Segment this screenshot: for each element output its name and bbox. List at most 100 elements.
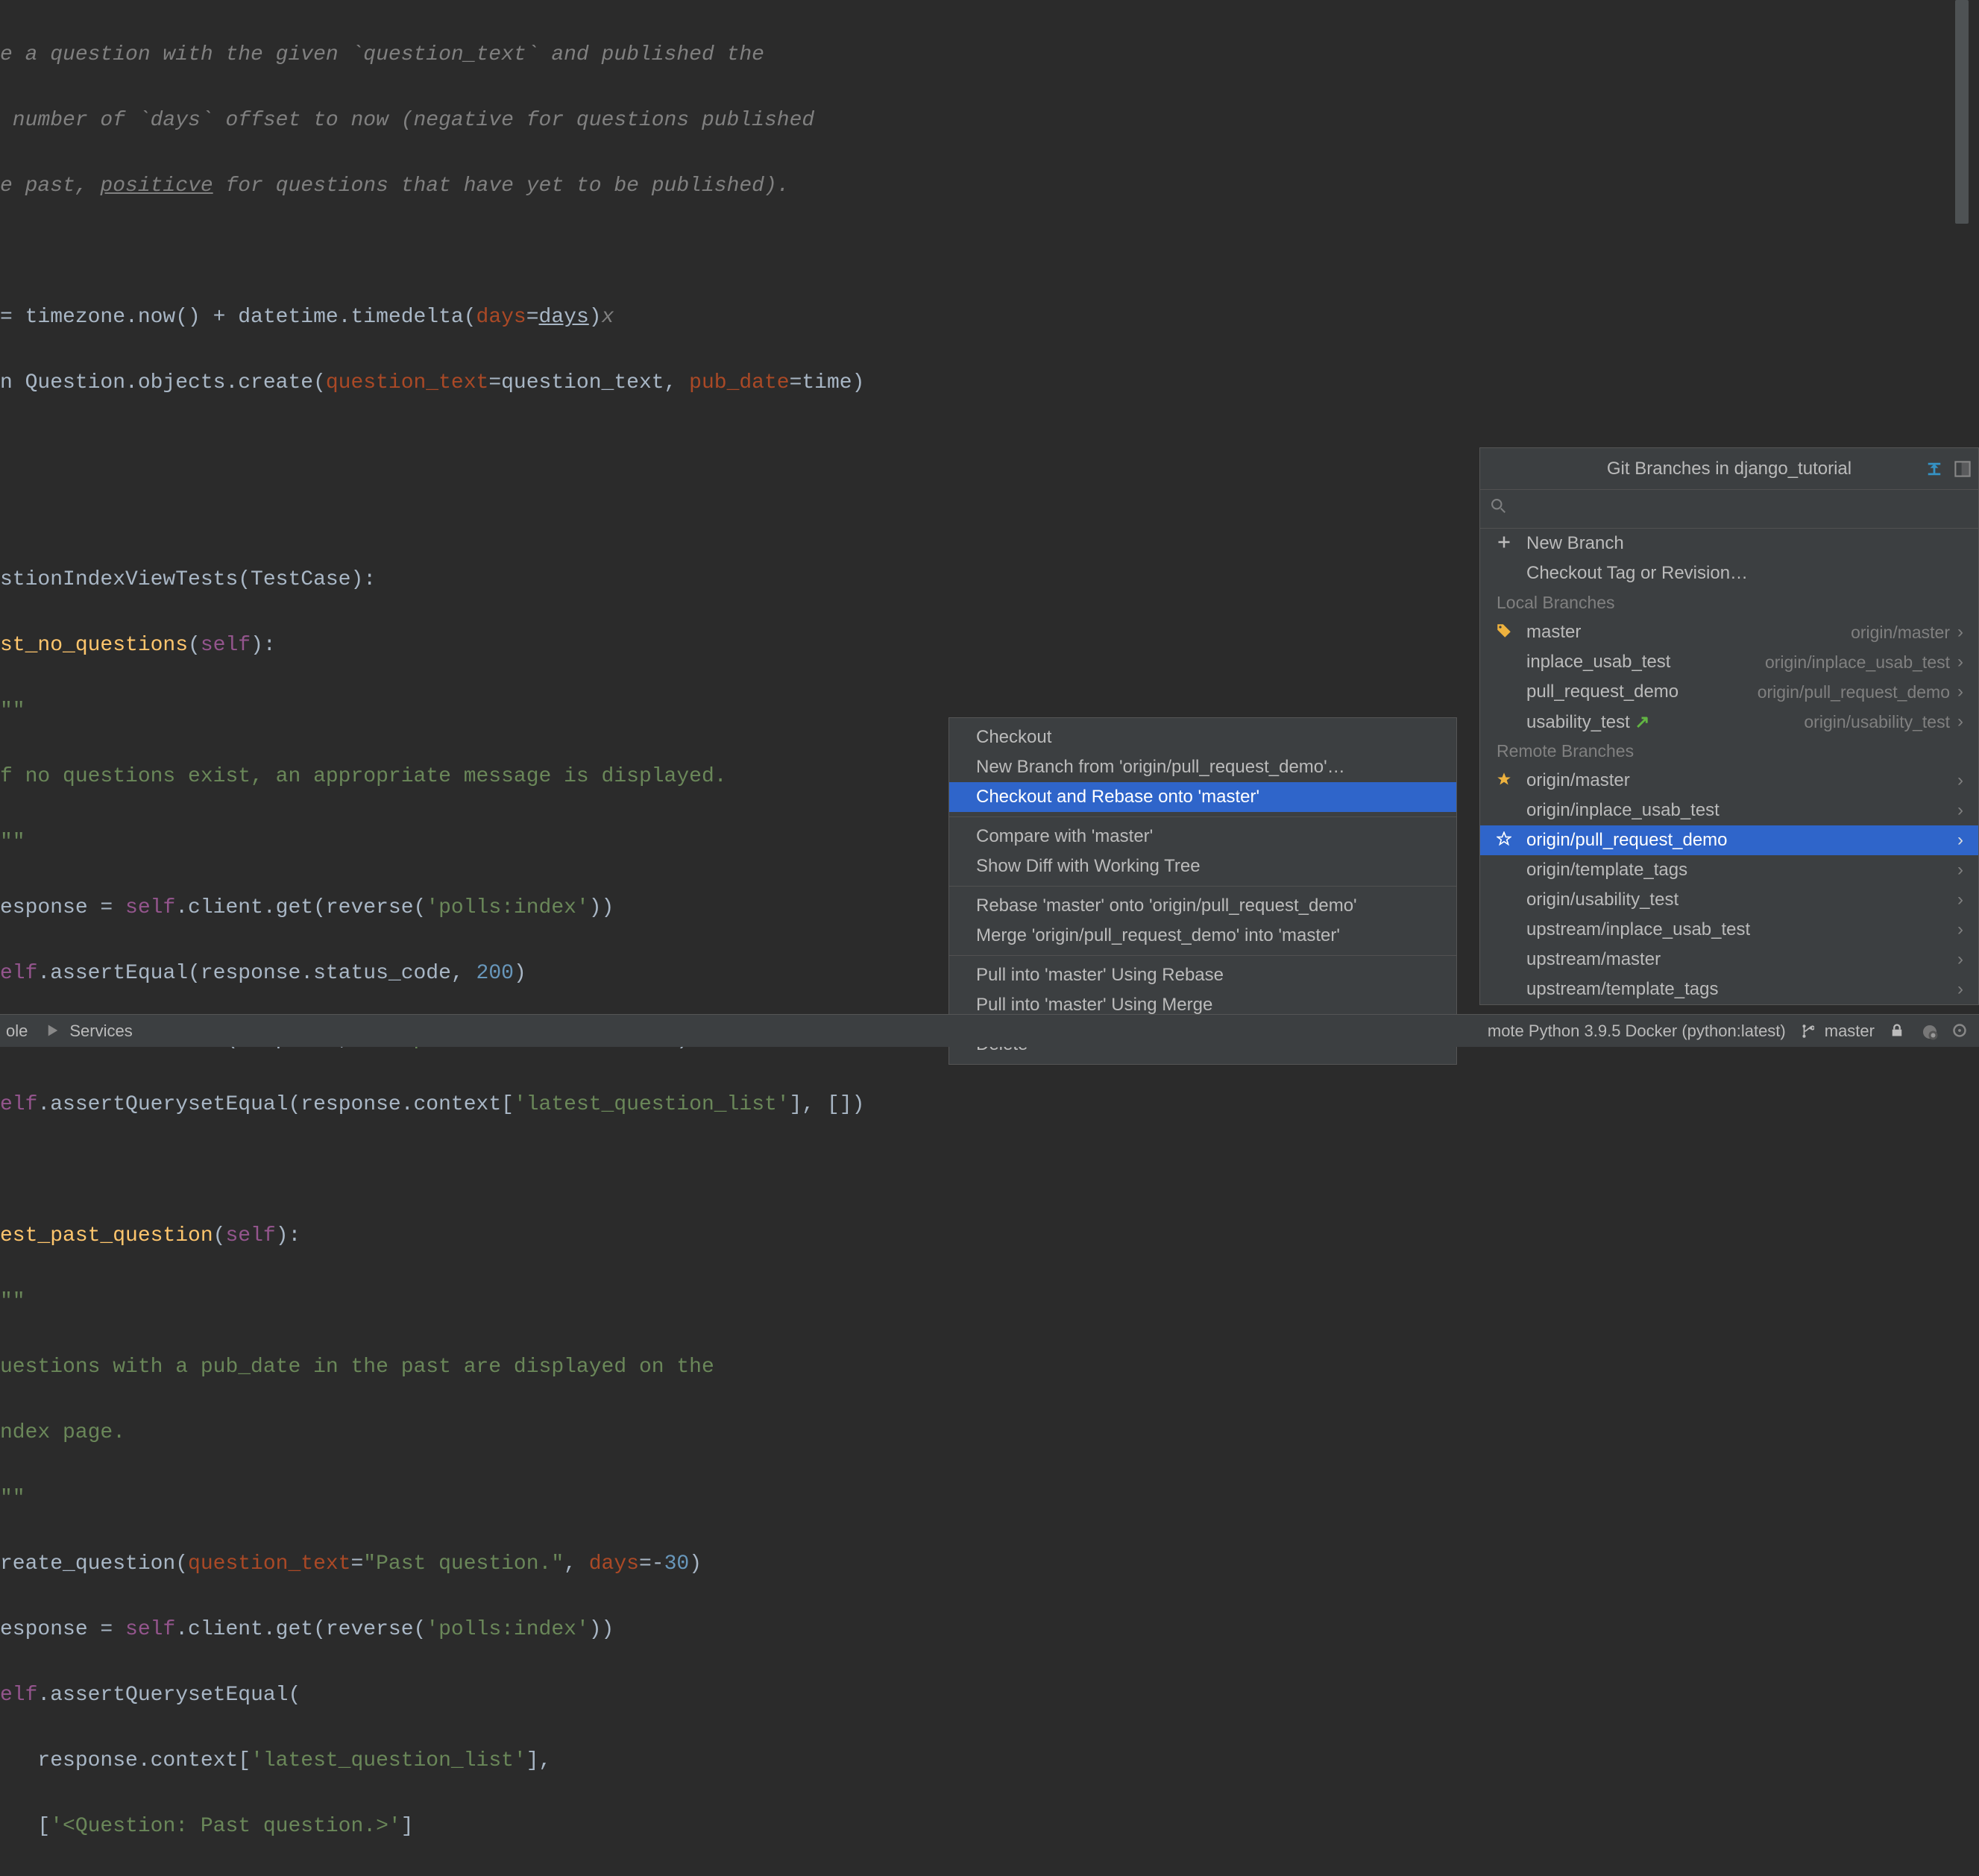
branch-name-label: upstream/inplace_usab_test — [1526, 919, 1957, 940]
status-bar: ole Services mote Python 3.9.5 Docker (p… — [0, 1014, 1979, 1047]
code-text: "" — [0, 1290, 25, 1313]
code-text: response.context[ — [0, 1749, 251, 1772]
branch-name-label: New Branch — [1526, 533, 1963, 554]
branch-name-label: inplace_usab_test — [1526, 652, 1765, 673]
code-text: elf — [0, 1093, 37, 1116]
code-text: pub_date — [689, 371, 789, 394]
context-menu-item[interactable]: Checkout — [949, 723, 1456, 752]
code-text: self — [125, 896, 175, 919]
services-label: Services — [69, 1022, 132, 1041]
remote-branch-item[interactable]: origin/template_tags› — [1480, 855, 1978, 885]
chevron-right-icon: › — [1957, 949, 1963, 970]
settings-icon[interactable] — [1953, 459, 1972, 479]
tracking-remote-label: origin/usability_test — [1804, 712, 1950, 732]
blank-icon — [1497, 652, 1516, 672]
menu-separator — [949, 886, 1456, 887]
tool-window-services[interactable]: Services — [45, 1022, 132, 1041]
remote-branch-item[interactable]: upstream/inplace_usab_test› — [1480, 915, 1978, 945]
branch-label: master — [1825, 1022, 1875, 1041]
interpreter-indicator[interactable]: mote Python 3.9.5 Docker (python:latest) — [1488, 1022, 1786, 1041]
blank-icon — [1497, 860, 1516, 880]
fetch-icon[interactable] — [1925, 459, 1944, 479]
code-text: uestions with a pub_date in the past are… — [0, 1356, 714, 1379]
local-branch-item[interactable]: usability_test ↗origin/usability_test› — [1480, 707, 1978, 737]
services-icon — [45, 1023, 62, 1039]
code-text: ) — [589, 306, 602, 329]
code-text: days — [539, 306, 589, 329]
chevron-right-icon: › — [1957, 682, 1963, 702]
code-text: =question_text, — [488, 371, 689, 394]
code-text: 'latest_question_list' — [251, 1749, 526, 1772]
branch-section-label: Remote Branches — [1480, 737, 1978, 766]
outgoing-commits-icon: ↗ — [1630, 712, 1650, 732]
code-text: f no questions exist, an appropriate mes… — [0, 765, 727, 788]
chevron-right-icon: › — [1957, 800, 1963, 821]
code-text: est_past_question — [0, 1224, 213, 1247]
blank-icon — [1497, 980, 1516, 999]
branch-name-label: upstream/master — [1526, 949, 1957, 970]
blank-icon — [1497, 950, 1516, 969]
branch-name-label: Checkout Tag or Revision… — [1526, 563, 1963, 584]
context-menu-item[interactable]: Checkout and Rebase onto 'master' — [949, 782, 1456, 812]
remote-branch-item[interactable]: origin/inplace_usab_test› — [1480, 796, 1978, 825]
code-text: .assertQuerysetEqual( — [37, 1684, 301, 1707]
memory-indicator-icon[interactable] — [1952, 1023, 1969, 1039]
code-text: positicve — [100, 174, 213, 198]
remote-branch-item[interactable]: origin/pull_request_demo› — [1480, 825, 1978, 855]
code-text: ): — [251, 634, 276, 657]
blank-icon — [1497, 920, 1516, 939]
context-menu-item[interactable]: New Branch from 'origin/pull_request_dem… — [949, 752, 1456, 782]
context-menu-item[interactable]: Show Diff with Working Tree — [949, 852, 1456, 881]
chevron-right-icon: › — [1957, 919, 1963, 940]
editor-scrollbar[interactable] — [1955, 0, 1969, 224]
code-text: ], — [526, 1749, 552, 1772]
code-text: '<Question: Past question.>' — [50, 1815, 400, 1838]
context-menu-item[interactable]: Rebase 'master' onto 'origin/pull_reques… — [949, 891, 1456, 921]
remote-branch-item[interactable]: upstream/template_tags› — [1480, 975, 1978, 1004]
new-branch-item[interactable]: New Branch — [1480, 529, 1978, 558]
branch-icon — [1801, 1023, 1817, 1039]
blank-icon — [1497, 890, 1516, 910]
chevron-right-icon: › — [1957, 890, 1963, 910]
code-text: 30 — [664, 1552, 690, 1576]
remote-branch-item[interactable]: origin/master› — [1480, 766, 1978, 796]
code-text: ( — [213, 1224, 226, 1247]
local-branch-item[interactable]: pull_request_demoorigin/pull_request_dem… — [1480, 677, 1978, 707]
lock-icon[interactable] — [1890, 1023, 1906, 1039]
code-text: ) — [689, 1552, 702, 1576]
code-text: .client.get(reverse( — [175, 1618, 426, 1641]
tool-window-tab[interactable]: ole — [6, 1022, 28, 1041]
code-text: e a question with the given `question_te… — [0, 43, 764, 66]
code-text: self — [201, 634, 251, 657]
context-menu-item[interactable]: Merge 'origin/pull_request_demo' into 'm… — [949, 921, 1456, 951]
git-branch-indicator[interactable]: master — [1801, 1022, 1875, 1041]
menu-separator — [949, 816, 1456, 817]
sync-settings-icon[interactable] — [1921, 1023, 1937, 1039]
blank-icon — [1497, 712, 1516, 731]
code-text: = timezone.now() + datetime.timedelta( — [0, 306, 476, 329]
search-icon — [1491, 498, 1507, 520]
favorite-star-icon — [1497, 771, 1516, 790]
favorite-star-icon — [1497, 831, 1516, 850]
context-menu-item[interactable]: Pull into 'master' Using Rebase — [949, 960, 1456, 990]
code-text: )) — [589, 1618, 614, 1641]
branch-name-label: origin/pull_request_demo — [1526, 830, 1957, 851]
code-text: question_text — [188, 1552, 350, 1576]
code-text: .assertEqual(response.status_code, — [37, 962, 476, 985]
code-text: number of `days` offset to now (negative… — [0, 109, 814, 132]
code-text: for questions that have yet to be publis… — [213, 174, 790, 198]
chevron-right-icon: › — [1957, 711, 1963, 732]
remote-branch-item[interactable]: origin/usability_test› — [1480, 885, 1978, 915]
local-branch-item[interactable]: masterorigin/master› — [1480, 617, 1978, 647]
code-text: days — [476, 306, 526, 329]
code-text: 'polls:index' — [426, 896, 588, 919]
context-menu-item[interactable]: Compare with 'master' — [949, 822, 1456, 852]
branch-name-label: upstream/template_tags — [1526, 979, 1957, 1000]
remote-branch-item[interactable]: upstream/master› — [1480, 945, 1978, 975]
git-branches-popup: Git Branches in django_tutorial New Bran… — [1479, 447, 1979, 1005]
checkout-tag-item[interactable]: Checkout Tag or Revision… — [1480, 558, 1978, 588]
blank-icon — [1497, 564, 1516, 583]
branch-name-label: origin/template_tags — [1526, 860, 1957, 881]
branches-search-row[interactable] — [1480, 490, 1978, 529]
local-branch-item[interactable]: inplace_usab_testorigin/inplace_usab_tes… — [1480, 647, 1978, 677]
